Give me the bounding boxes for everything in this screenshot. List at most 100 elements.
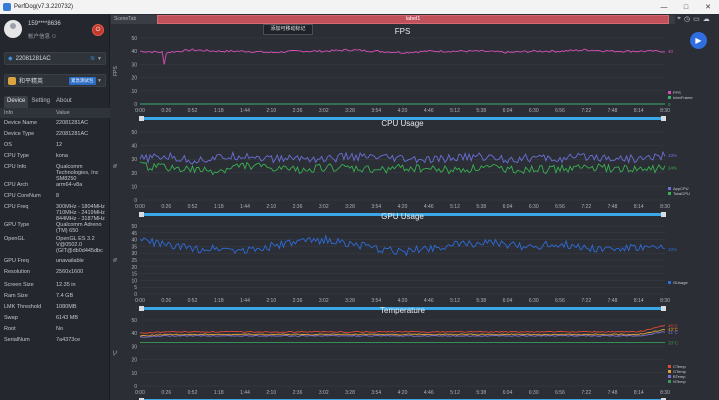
x-tick-label: 8:14 bbox=[634, 108, 644, 114]
legend-label: NTemp bbox=[673, 379, 686, 384]
charts-area: FPS FPS 50 40 30 20 10 0 0:00 0:26 0:52 1:18 1:44 2:1… bbox=[113, 27, 693, 400]
x-tick-label: 0:52 bbox=[188, 298, 198, 304]
info-key: LMK Threshold bbox=[4, 304, 42, 310]
x-tick-label: 4:46 bbox=[424, 108, 434, 114]
x-tick-label: 2:10 bbox=[266, 298, 276, 304]
series-line bbox=[139, 324, 666, 334]
x-tick-label: 6:30 bbox=[529, 108, 539, 114]
y-tick-label: 20 bbox=[131, 76, 137, 82]
minimize-button[interactable]: — bbox=[653, 0, 675, 14]
info-value: 7a4373ce bbox=[56, 337, 81, 343]
tab-about[interactable]: About bbox=[53, 96, 75, 108]
info-value: 22081281AC bbox=[56, 131, 89, 137]
info-row: SerialNum 7a4373ce bbox=[0, 335, 110, 346]
legend-swatch bbox=[668, 91, 671, 94]
info-table-header: Info Value bbox=[0, 108, 110, 118]
info-row: Root No bbox=[0, 324, 110, 335]
x-tick-label: 4:46 bbox=[424, 390, 434, 396]
y-tick-label: 10 bbox=[131, 278, 137, 284]
x-tick-label: 0:52 bbox=[188, 204, 198, 210]
x-tick-label: 0:00 bbox=[135, 204, 145, 210]
x-tick-label: 2:10 bbox=[266, 108, 276, 114]
y-tick-label: 30 bbox=[131, 62, 137, 68]
x-tick-label: 6:04 bbox=[503, 204, 513, 210]
x-tick-label: 7:22 bbox=[581, 298, 591, 304]
device-icon: ◆ bbox=[8, 56, 13, 62]
info-row: CPU Type kona bbox=[0, 151, 110, 162]
tab-device[interactable]: Device bbox=[4, 96, 29, 108]
x-tick-label: 3:28 bbox=[345, 204, 355, 210]
avatar[interactable] bbox=[4, 20, 22, 38]
x-tick-label: 7:22 bbox=[581, 390, 591, 396]
x-tick-label: 2:10 bbox=[266, 390, 276, 396]
logout-button[interactable]: ⏻ bbox=[92, 24, 104, 36]
info-row: CPU Freq 300MHz - 1804MHz 710MHz - 2419MH… bbox=[0, 202, 110, 222]
device-dropdown[interactable]: ◆ 22081281AC ≋ ▼ bbox=[4, 52, 106, 65]
info-key: OpenGL bbox=[4, 236, 25, 242]
x-tick-label: 5:12 bbox=[450, 298, 460, 304]
maximize-button[interactable]: □ bbox=[675, 0, 697, 14]
info-key: Screen Size bbox=[4, 282, 34, 288]
info-key: Device Type bbox=[4, 131, 35, 137]
x-tick-label: 5:38 bbox=[476, 204, 486, 210]
app-dropdown[interactable]: 和平精英 紧急测试包 ▼ bbox=[4, 74, 106, 87]
username: 159****8636 bbox=[28, 21, 61, 27]
account-info-label: 帐户信息 bbox=[28, 34, 51, 40]
y-tick-label: 40 bbox=[131, 331, 137, 337]
legend-label: GUsage bbox=[673, 280, 688, 285]
info-row: OS 12 bbox=[0, 140, 110, 151]
legend-swatch bbox=[668, 370, 671, 373]
y-tick-label: 50 bbox=[131, 224, 137, 230]
x-tick-label: 4:46 bbox=[424, 204, 434, 210]
value-col-header: Value bbox=[56, 110, 70, 116]
chart-title: GPU Usage bbox=[381, 212, 424, 221]
x-tick-label: 4:20 bbox=[398, 108, 408, 114]
y-tick-label: 40 bbox=[131, 238, 137, 244]
x-tick-label: 1:18 bbox=[214, 298, 224, 304]
series-end-value: 33% bbox=[668, 153, 677, 158]
x-tick-label: 3:02 bbox=[319, 204, 329, 210]
y-tick-label: 20 bbox=[131, 171, 137, 177]
x-tick-label: 0:00 bbox=[135, 108, 145, 114]
close-button[interactable]: ✕ bbox=[697, 0, 719, 14]
y-tick-label: 10 bbox=[131, 371, 137, 377]
x-tick-label: 3:02 bbox=[319, 390, 329, 396]
app-icon bbox=[8, 76, 16, 85]
x-tick-label: 6:04 bbox=[503, 108, 513, 114]
x-tick-label: 8:30 bbox=[660, 390, 670, 396]
scrollbar-handle-left bbox=[139, 306, 144, 311]
legend-label: TotalCPU bbox=[673, 191, 690, 196]
y-tick-label: 5 bbox=[134, 285, 137, 291]
x-tick-label: 5:12 bbox=[450, 108, 460, 114]
info-value: 2560x1600 bbox=[56, 269, 84, 275]
x-tick-label: 0:00 bbox=[135, 298, 145, 304]
info-row: GPU Freq unavailable bbox=[0, 256, 110, 267]
chevron-down-icon: ▼ bbox=[97, 77, 102, 84]
info-key: Root bbox=[4, 326, 16, 332]
info-key: OS bbox=[4, 142, 12, 148]
legend-swatch bbox=[668, 375, 671, 378]
y-axis-label: % bbox=[113, 257, 119, 262]
x-tick-label: 6:30 bbox=[529, 390, 539, 396]
scrollbar-handle-right bbox=[661, 116, 666, 121]
info-row: GPU Type Qualcomm Adreno (TM) 650 bbox=[0, 220, 110, 234]
device-name: 22081281AC bbox=[15, 55, 51, 62]
y-tick-label: 35 bbox=[131, 244, 137, 250]
info-col-header: Info bbox=[4, 110, 14, 116]
title-bar: PerfDog(v7.3.220732) — □ ✕ bbox=[0, 0, 719, 14]
x-tick-label: 5:38 bbox=[476, 298, 486, 304]
x-tick-label: 1:44 bbox=[240, 390, 250, 396]
info-value: 7.4 GB bbox=[56, 293, 74, 299]
x-tick-label: 6:56 bbox=[555, 108, 565, 114]
chart-title: Temperature bbox=[380, 306, 425, 315]
y-axis-label: FPS bbox=[113, 65, 119, 75]
x-tick-label: 0:52 bbox=[188, 108, 198, 114]
info-key: CPU Info bbox=[4, 164, 27, 170]
x-tick-label: 2:36 bbox=[293, 390, 303, 396]
tab-setting[interactable]: Setting bbox=[28, 96, 53, 108]
x-tick-label: 8:14 bbox=[634, 390, 644, 396]
info-value: OpenGL ES 3.2 V@0502.0 (GIT@db0d445dbc bbox=[56, 236, 103, 254]
account-info-link[interactable]: 帐户信息 ⚇ bbox=[28, 32, 56, 40]
sidebar: 159****8636 帐户信息 ⚇ ⏻ ◆ 22081281AC ≋ ▼ 和平… bbox=[0, 14, 110, 400]
x-tick-label: 0:26 bbox=[161, 108, 171, 114]
